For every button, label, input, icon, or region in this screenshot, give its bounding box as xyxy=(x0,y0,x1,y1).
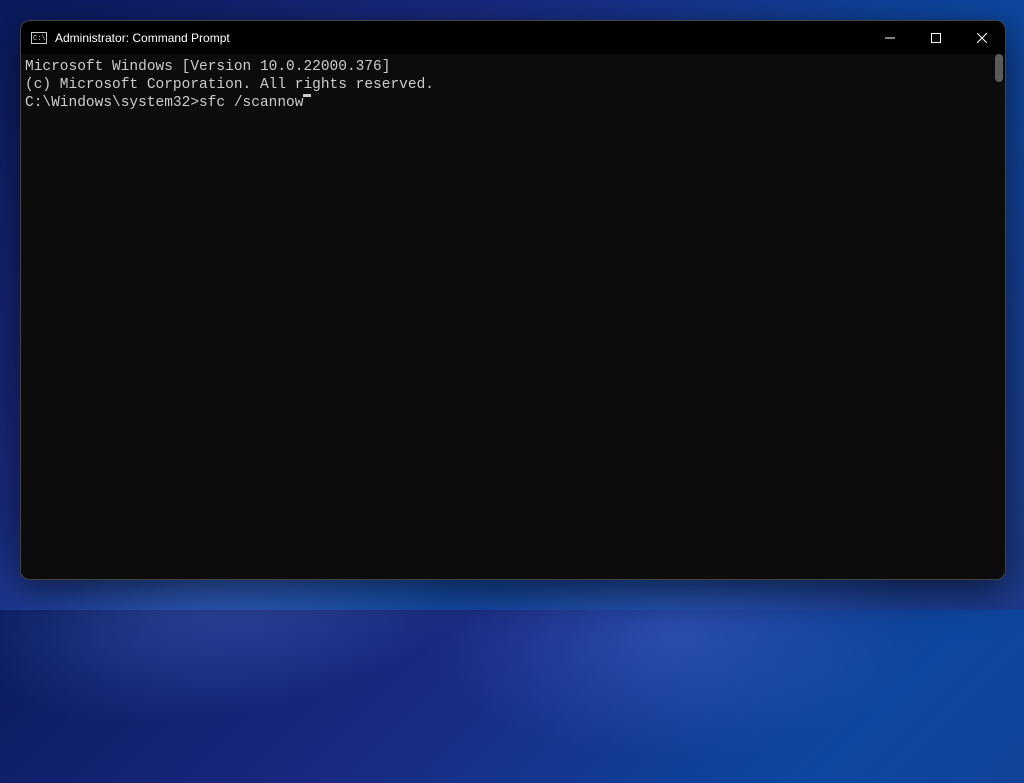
minimize-button[interactable] xyxy=(867,21,913,54)
prompt-line: C:\Windows\system32>sfc /scannow xyxy=(25,94,1001,112)
window-controls xyxy=(867,21,1005,54)
terminal-output[interactable]: Microsoft Windows [Version 10.0.22000.37… xyxy=(21,54,1005,579)
svg-text:C:\: C:\ xyxy=(33,35,46,43)
window-title: Administrator: Command Prompt xyxy=(55,31,867,45)
cmd-icon: C:\ xyxy=(31,30,47,46)
vertical-scrollbar[interactable] xyxy=(995,54,1003,82)
close-button[interactable] xyxy=(959,21,1005,54)
titlebar[interactable]: C:\ Administrator: Command Prompt xyxy=(21,21,1005,54)
command-input[interactable]: sfc /scannow xyxy=(199,94,303,112)
terminal-line: (c) Microsoft Corporation. All rights re… xyxy=(25,76,1001,94)
maximize-button[interactable] xyxy=(913,21,959,54)
command-prompt-window: C:\ Administrator: Command Prompt Micros… xyxy=(20,20,1006,580)
cursor xyxy=(303,94,311,97)
terminal-line: Microsoft Windows [Version 10.0.22000.37… xyxy=(25,58,1001,76)
prompt: C:\Windows\system32> xyxy=(25,94,199,112)
